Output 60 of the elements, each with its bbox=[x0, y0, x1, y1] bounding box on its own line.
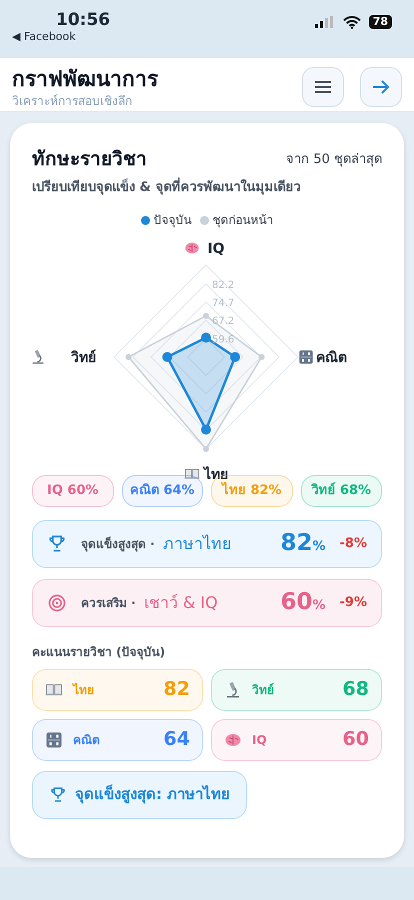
highlight-percent: 60% bbox=[280, 588, 326, 618]
tick-label: 59.6 bbox=[212, 334, 234, 346]
axis-label: คณิต bbox=[316, 350, 347, 366]
highlight-percent: 82% bbox=[280, 529, 326, 558]
data-point bbox=[126, 354, 132, 360]
axis-label: วิทย์ bbox=[71, 350, 96, 366]
next-button[interactable] bbox=[360, 66, 402, 106]
number-keys-icon bbox=[45, 730, 63, 748]
legend-label: ชุดก่อนหน้า bbox=[212, 212, 274, 229]
data-point bbox=[201, 424, 211, 435]
page-title: กราฟพัฒนาการ bbox=[12, 66, 158, 92]
subject-score: 82 bbox=[164, 677, 190, 702]
target-icon bbox=[47, 592, 67, 612]
signal-icon bbox=[314, 16, 335, 28]
score-tag: วิทย์ 68% bbox=[300, 475, 382, 506]
subject-name: วิทย์ bbox=[252, 682, 274, 698]
page-subtitle: วิเคราะห์การสอบเชิงลึก bbox=[12, 92, 133, 108]
highlight-label: จุดแข็งสูงสุด · bbox=[81, 536, 155, 552]
subject-score: 64 bbox=[164, 727, 190, 752]
status-time: 10:56 bbox=[56, 10, 110, 30]
tick-label: 67.2 bbox=[212, 316, 234, 328]
number-keys-icon bbox=[299, 350, 313, 364]
book-icon bbox=[184, 469, 200, 479]
highlight-subject: เชาว์ & IQ bbox=[144, 592, 218, 614]
microscope-icon bbox=[32, 350, 44, 364]
battery-icon: 78 bbox=[368, 15, 392, 29]
brain-icon bbox=[185, 242, 199, 254]
card-description: เปรียบเทียบจุดแข็ง & จุดที่ควรพัฒนาในมุมเดียว bbox=[32, 178, 302, 197]
menu-button[interactable] bbox=[302, 66, 344, 106]
score-tag: IQ 60% bbox=[32, 475, 114, 506]
subject-name: IQ bbox=[252, 732, 267, 748]
tick-label: 82.2 bbox=[212, 280, 234, 291]
microscope-icon bbox=[224, 680, 242, 698]
card-note: จาก 50 ชุดล่าสุด bbox=[286, 150, 382, 168]
tick-label: 74.7 bbox=[212, 298, 234, 310]
score-tag: คณิต 64% bbox=[122, 475, 203, 506]
wifi-icon bbox=[342, 16, 361, 28]
trophy-icon bbox=[49, 786, 67, 804]
arrow-right-icon bbox=[372, 78, 390, 94]
data-point bbox=[203, 312, 209, 319]
change-value: -8% bbox=[340, 534, 367, 553]
highlight-subject: ภาษาไทย bbox=[162, 532, 231, 554]
card-title: ทักษะรายวิชา bbox=[32, 147, 147, 172]
trophy-icon bbox=[47, 534, 67, 554]
subject-score: 68 bbox=[342, 677, 369, 702]
data-point bbox=[258, 354, 265, 360]
subject-name: คณิต bbox=[73, 732, 100, 748]
axis-label: IQ bbox=[207, 241, 225, 257]
data-point bbox=[203, 446, 209, 452]
data-point bbox=[230, 352, 240, 362]
highlight-label: ควรเสริม · bbox=[81, 594, 136, 612]
change-value: -9% bbox=[340, 594, 367, 612]
back-link[interactable]: ◀ Facebook bbox=[12, 30, 110, 44]
menu-icon bbox=[314, 80, 332, 94]
subject-name: ไทย bbox=[73, 682, 94, 698]
subject-score: 60 bbox=[342, 727, 369, 752]
legend-label: ปัจจุบัน bbox=[154, 212, 192, 229]
data-point bbox=[201, 332, 211, 343]
section-title: คะแนนรายวิชา (ปัจจุบัน) bbox=[32, 644, 166, 660]
data-point bbox=[162, 352, 172, 362]
